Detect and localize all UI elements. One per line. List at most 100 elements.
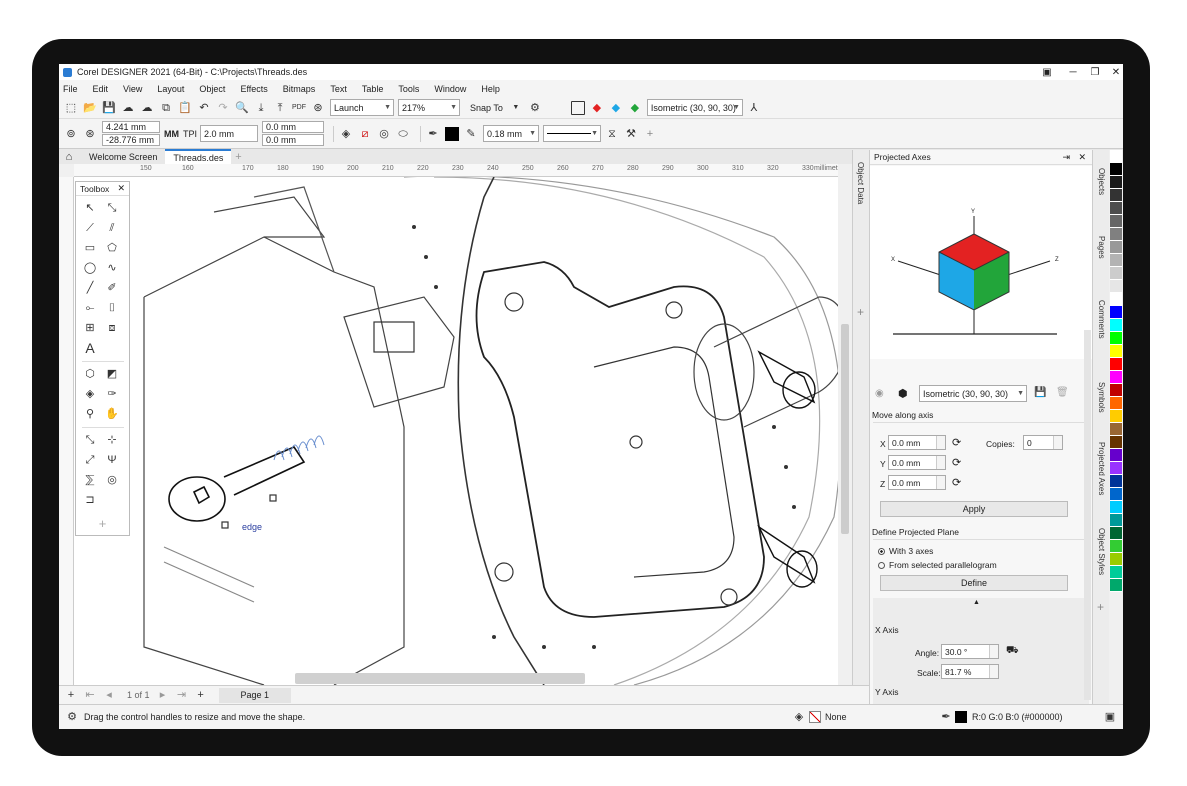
projected-pick-tool-icon[interactable]: ⤡ <box>82 432 98 449</box>
ellipse-tool-icon[interactable]: ◯ <box>82 260 98 277</box>
pen-tool-icon[interactable]: ✐ <box>104 280 120 297</box>
no-fill-icon[interactable]: ⧄ <box>358 127 372 141</box>
undo-icon[interactable]: ↶ <box>197 101 211 115</box>
docker-scrollbar[interactable] <box>1084 330 1091 700</box>
menu-table[interactable]: Table <box>362 84 384 94</box>
pdf-icon[interactable]: PDF <box>292 101 306 115</box>
search-icon[interactable]: 🔍 <box>235 101 249 115</box>
palette-swatch[interactable] <box>1110 332 1122 345</box>
redo-icon[interactable]: ↷ <box>216 101 230 115</box>
zoom-dropdown[interactable]: 217% ▼ <box>398 99 460 116</box>
wrap-text-icon[interactable]: ⧖ <box>605 127 619 141</box>
projection-dropdown[interactable]: Isometric (30, 90, 30) ▼ <box>646 99 743 116</box>
shapes-tool-icon[interactable]: ⧈ <box>104 320 120 337</box>
fill-status-icon[interactable]: ◈ <box>792 710 806 724</box>
drawing-canvas[interactable]: edge <box>74 177 852 685</box>
chevron-down-icon[interactable]: ▼ <box>509 101 523 115</box>
outline-pen-icon[interactable]: ✒ <box>939 710 953 724</box>
vertical-scrollbar[interactable] <box>838 164 852 685</box>
palette-swatch[interactable] <box>1110 189 1122 202</box>
connector-tool-icon[interactable]: ⟋ <box>82 220 98 237</box>
palette-swatch[interactable] <box>1110 228 1122 241</box>
close-icon[interactable]: ✕ <box>1078 152 1086 163</box>
close-icon[interactable]: ✕ <box>117 183 125 194</box>
import-icon[interactable]: ⤓ <box>254 101 268 115</box>
thread-tool-icon[interactable]: ◎ <box>104 472 120 489</box>
apply-button[interactable]: Apply <box>880 501 1068 517</box>
fill-bucket-icon[interactable]: ◈ <box>339 127 353 141</box>
palette-swatch[interactable] <box>1110 436 1122 449</box>
save-preset-icon[interactable]: 💾 <box>1034 387 1046 398</box>
axes-icon[interactable]: ⅄ <box>747 101 761 115</box>
dimension-tool-icon[interactable]: ⤢ <box>82 452 98 469</box>
add-tab-icon[interactable]: + <box>231 150 245 164</box>
help-icon[interactable]: ▣ <box>1036 64 1058 80</box>
cloud-download-icon[interactable]: ☁ <box>140 101 154 115</box>
palette-swatch[interactable] <box>1110 241 1122 254</box>
refresh-icon[interactable]: ⟳ <box>952 476 961 489</box>
menu-file[interactable]: File <box>63 84 78 94</box>
palette-swatch[interactable] <box>1110 475 1122 488</box>
copies-input[interactable]: 0 <box>1023 435 1063 450</box>
palette-swatch[interactable] <box>1110 410 1122 423</box>
fill-tool-icon[interactable]: ◈ <box>82 386 98 403</box>
tab-pages[interactable]: Pages <box>1097 236 1106 259</box>
gear-icon[interactable]: ⚙ <box>65 710 79 724</box>
copy-icon[interactable]: ⧉ <box>159 101 173 115</box>
eyedropper-tool-icon[interactable]: ✑ <box>104 386 120 403</box>
vertical-scroll-thumb[interactable] <box>841 324 849 534</box>
palette-swatch[interactable] <box>1110 163 1122 176</box>
tab-objects[interactable]: Objects <box>1097 168 1106 195</box>
menu-view[interactable]: View <box>123 84 142 94</box>
polygon-tool-icon[interactable]: ⬠ <box>104 240 120 257</box>
y-move-input[interactable]: 0.0 mm <box>888 455 946 470</box>
shape-icon[interactable]: ⬭ <box>396 127 410 141</box>
palette-swatch[interactable] <box>1110 280 1122 293</box>
close-button[interactable]: ✕ <box>1105 64 1123 80</box>
eye-icon[interactable]: ◉ <box>875 388 884 399</box>
offset2-field[interactable]: 0.0 mm <box>262 134 325 146</box>
tab-object-data[interactable]: Object Data <box>856 162 865 204</box>
text-tool-icon[interactable]: A <box>82 340 98 357</box>
cylinder-tool-icon[interactable]: ⌷ <box>104 300 120 317</box>
palette-swatch[interactable] <box>1110 397 1122 410</box>
palette-swatch[interactable] <box>1110 215 1122 228</box>
palette-swatch[interactable] <box>1110 176 1122 189</box>
tpi-field[interactable]: 2.0 mm <box>200 125 259 142</box>
home-icon[interactable]: ⌂ <box>62 150 76 164</box>
palette-swatch[interactable] <box>1110 371 1122 384</box>
next-page-icon[interactable]: ▸ <box>156 688 170 702</box>
spiral-tool-icon[interactable]: ∿ <box>104 260 120 277</box>
collapse-icon[interactable]: ⇥ <box>1062 152 1070 163</box>
page-tab[interactable]: Page 1 <box>218 687 292 703</box>
delete-preset-icon[interactable]: 🗑 <box>1056 387 1069 398</box>
extrude-tool-icon[interactable]: ⬡ <box>82 366 98 383</box>
open-icon[interactable]: 📂 <box>83 101 97 115</box>
pan-tool-icon[interactable]: ✋ <box>104 406 120 423</box>
menu-edit[interactable]: Edit <box>93 84 109 94</box>
outline-width-dropdown[interactable]: 0.18 mm ▼ <box>483 125 540 142</box>
radio-with-3-axes[interactable]: With 3 axes <box>878 546 933 556</box>
table-tool-icon[interactable]: ⊞ <box>82 320 98 337</box>
tab-threads[interactable]: Threads.des <box>165 149 232 164</box>
palette-swatch[interactable] <box>1110 553 1122 566</box>
callout-tool-icon[interactable]: ⟜ <box>82 300 98 317</box>
menu-layout[interactable]: Layout <box>157 84 184 94</box>
tab-object-styles[interactable]: Object Styles <box>1097 528 1106 575</box>
outline-pen-icon[interactable]: ✒ <box>426 127 440 141</box>
minimize-button[interactable]: ─ <box>1062 64 1084 80</box>
rectangle-tool-icon[interactable]: ▭ <box>82 240 98 257</box>
menu-tools[interactable]: Tools <box>398 84 419 94</box>
menu-bitmaps[interactable]: Bitmaps <box>283 84 316 94</box>
shape-tool-icon[interactable]: ⤡ <box>104 200 120 217</box>
menu-window[interactable]: Window <box>434 84 466 94</box>
palette-swatch[interactable] <box>1110 514 1122 527</box>
palette-swatch[interactable] <box>1110 267 1122 280</box>
gear-icon[interactable]: ⚙ <box>528 101 542 115</box>
thread-icon[interactable]: ⊚ <box>64 127 78 141</box>
palette-swatch[interactable] <box>1110 579 1122 592</box>
add-page-end-icon[interactable]: + <box>194 688 208 702</box>
define-button[interactable]: Define <box>880 575 1068 591</box>
add-icon[interactable]: + <box>857 305 864 319</box>
x-move-input[interactable]: 0.0 mm <box>888 435 946 450</box>
